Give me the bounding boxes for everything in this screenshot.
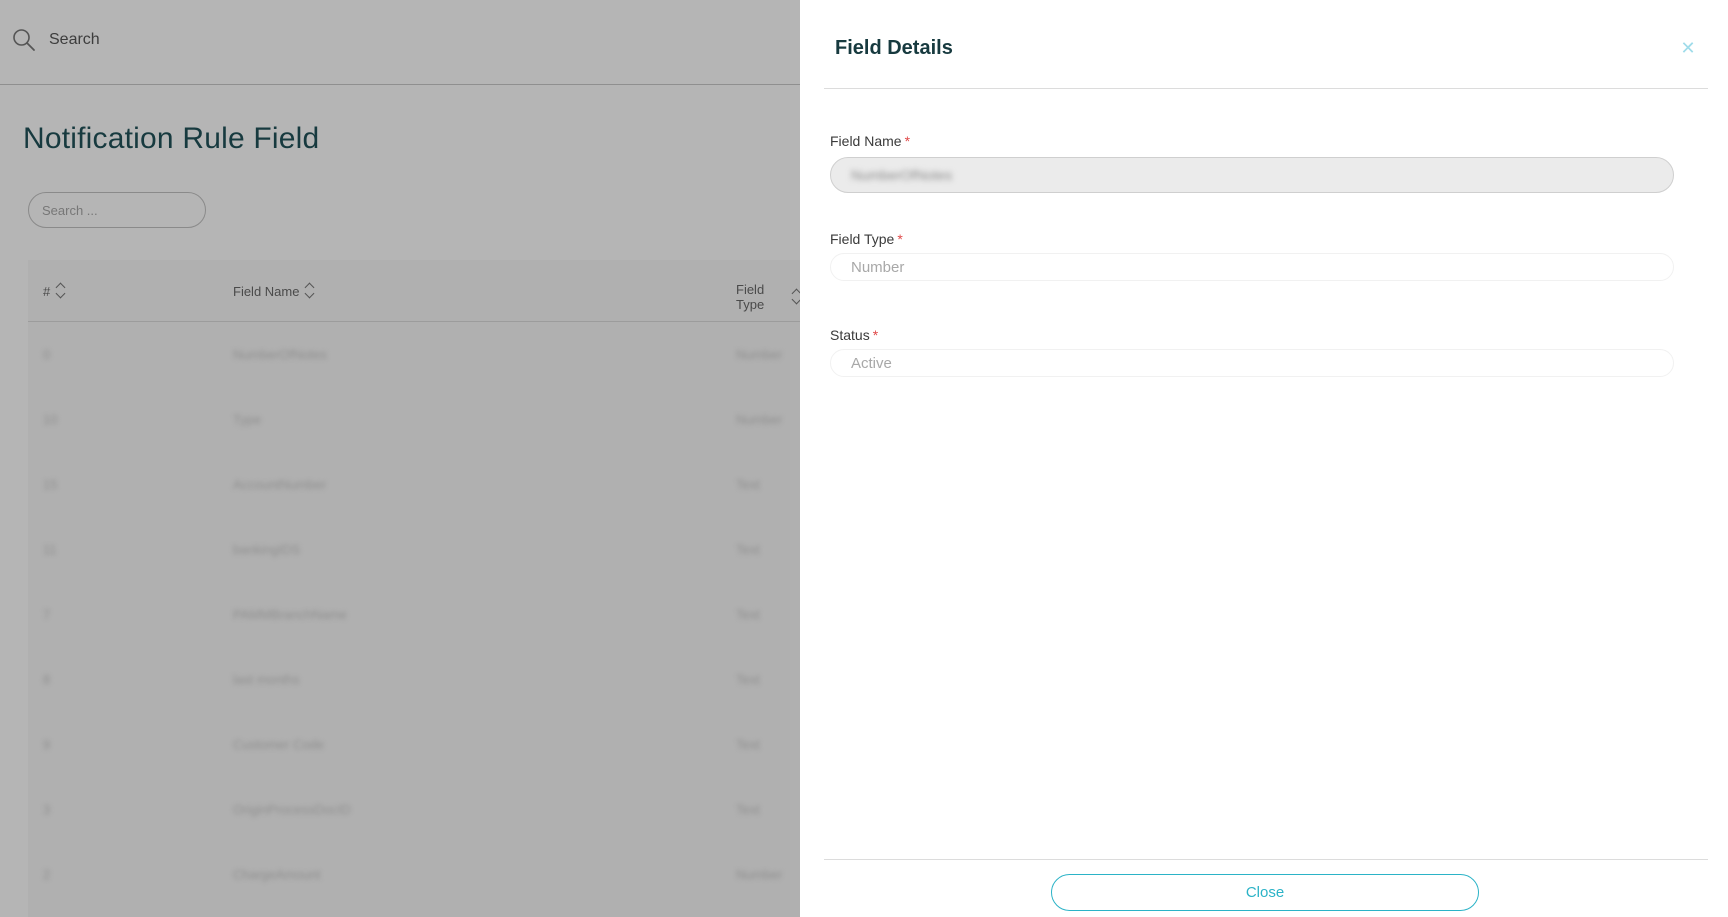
row-field-type: Text [736, 607, 760, 622]
table-row[interactable]: 3 OriginProcessDocID Text [28, 777, 800, 842]
status-select[interactable]: Active [830, 349, 1674, 377]
global-search-label[interactable]: Search [49, 31, 100, 49]
drawer-title: Field Details [835, 37, 953, 59]
row-field-type: Number [736, 347, 783, 362]
row-field-name: PAMMBranchName [233, 607, 347, 622]
status-label: Status * [830, 327, 878, 343]
drawer-footer-divider [824, 859, 1708, 860]
sort-icon[interactable] [304, 282, 315, 300]
row-number: 0 [43, 347, 51, 362]
required-marker: * [872, 327, 879, 343]
row-number: 15 [43, 477, 58, 492]
row-field-type: Text [736, 672, 760, 687]
row-field-name: bankingIDS [233, 542, 301, 557]
row-field-name: Customer Code [233, 737, 325, 752]
column-header-label: Field Type [736, 282, 765, 312]
column-header-number[interactable]: # [43, 282, 66, 300]
table-search-input[interactable]: Search ... [28, 192, 206, 228]
row-field-type: Text [736, 542, 760, 557]
required-marker: * [904, 133, 911, 149]
drawer-header: Field Details ✕ [824, 0, 1708, 89]
table-row[interactable]: 9 Customer Code Text [28, 712, 800, 777]
row-number: 11 [43, 542, 57, 557]
table-row[interactable]: 11 bankingIDS Text [28, 517, 800, 582]
row-field-name: last months [233, 672, 300, 687]
sort-icon[interactable] [791, 288, 800, 306]
field-name-value: NumberOfNotes [851, 167, 953, 183]
required-marker: * [897, 231, 903, 247]
field-name-label: Field Name * [830, 133, 910, 149]
column-header-label: Field Name [233, 283, 300, 299]
table-header: # Field Name Field Type [28, 260, 800, 322]
field-name-input[interactable]: NumberOfNotes [830, 157, 1674, 193]
table-row[interactable]: 15 AccountNumber Text [28, 452, 800, 517]
row-number: 10 [43, 412, 58, 427]
table-row[interactable]: 0 NumberOfNotes Number [28, 322, 800, 387]
top-bar: Search [0, 0, 800, 85]
row-number: 3 [43, 802, 51, 817]
fields-table: # Field Name Field Type 0 NumberOfNotes … [28, 260, 800, 917]
column-header-field-name[interactable]: Field Name [233, 282, 315, 300]
row-number: 9 [43, 737, 51, 752]
field-type-label-text: Field Type [830, 231, 895, 247]
field-name-label-text: Field Name [830, 133, 902, 149]
field-type-value: Number [851, 258, 905, 276]
sort-icon[interactable] [55, 282, 66, 300]
table-row[interactable]: 8 last months Text [28, 647, 800, 712]
search-icon[interactable] [12, 28, 36, 52]
table-row[interactable]: 7 PAMMBranchName Text [28, 582, 800, 647]
row-field-type: Text [736, 477, 760, 492]
row-field-name: AccountNumber [233, 477, 327, 492]
row-number: 8 [43, 672, 51, 687]
column-header-field-type[interactable]: Field Type [736, 282, 800, 312]
row-field-name: Type [233, 412, 262, 427]
close-button[interactable]: Close [1051, 874, 1479, 911]
row-field-name: OriginProcessDocID [233, 802, 351, 817]
row-number: 7 [43, 607, 51, 622]
table-row[interactable]: 2 ChargeAmount Number [28, 842, 800, 907]
field-type-label: Field Type * [830, 231, 903, 247]
field-type-select[interactable]: Number [830, 253, 1674, 281]
close-icon[interactable]: ✕ [1680, 39, 1696, 57]
row-field-type: Text [736, 802, 760, 817]
field-details-drawer: Field Details ✕ Field Name * NumberOfNote… [800, 0, 1728, 917]
table-row[interactable]: 10 Type Number [28, 387, 800, 452]
row-field-type: Number [736, 867, 783, 882]
column-header-label: # [43, 283, 51, 299]
row-field-name: ChargeAmount [233, 867, 321, 882]
page-title: Notification Rule Field [23, 122, 320, 155]
row-field-type: Text [736, 737, 760, 752]
status-value: Active [851, 354, 892, 372]
row-field-type: Number [736, 412, 783, 427]
row-field-name: NumberOfNotes [233, 347, 327, 362]
row-number: 2 [43, 867, 51, 882]
status-label-text: Status [830, 327, 870, 343]
